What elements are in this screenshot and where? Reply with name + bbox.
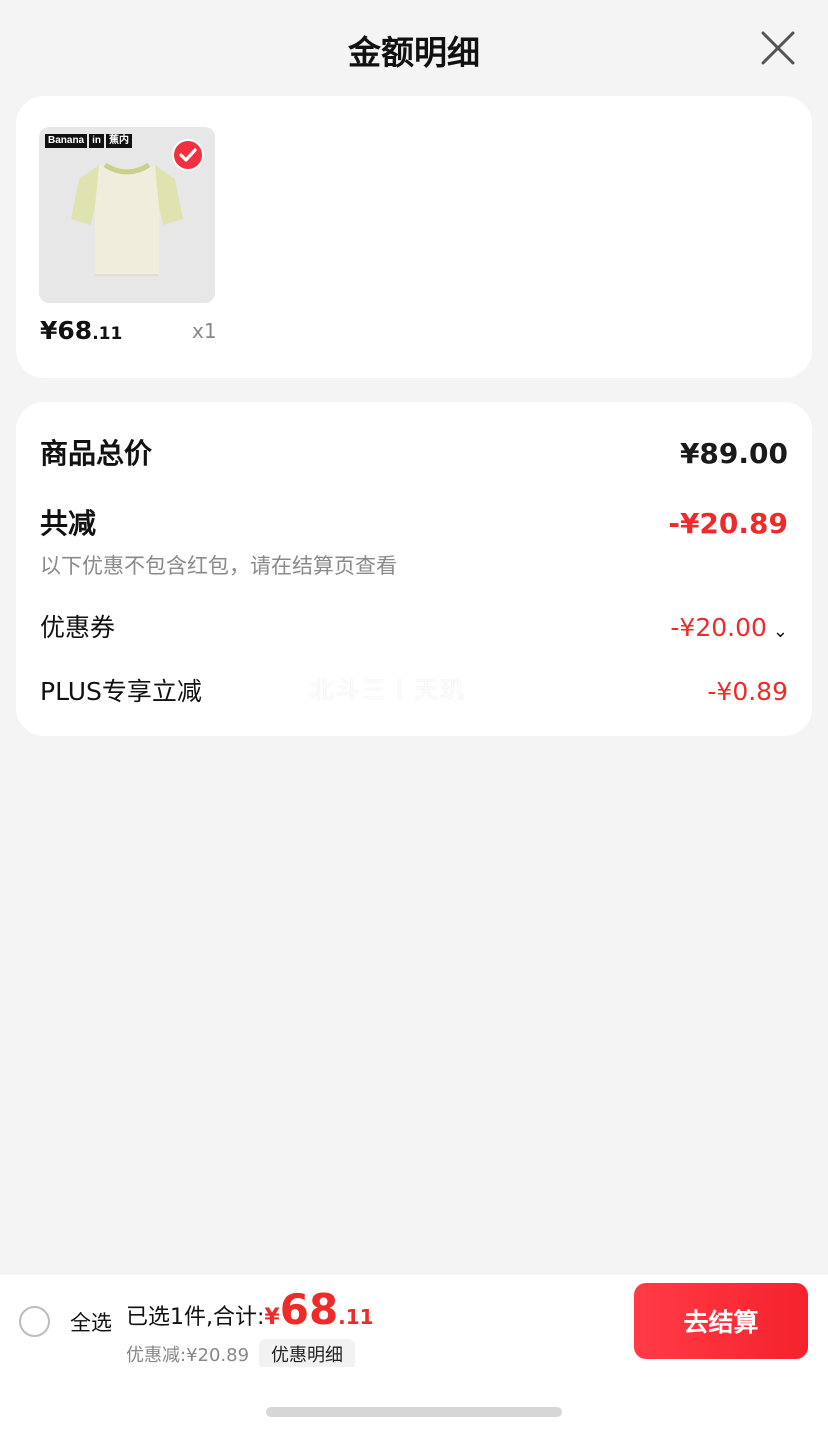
chevron-down-icon[interactable]: ⌄ bbox=[773, 621, 788, 642]
checked-badge[interactable] bbox=[172, 139, 204, 171]
watermark-text: 北斗三丨天玑 bbox=[310, 676, 466, 704]
order-summary: 已选1件,合计:¥68.11 bbox=[126, 1285, 374, 1334]
reduce-note: 以下优惠不包含红包，请在结算页查看 bbox=[40, 554, 397, 578]
discount-text: 优惠减:¥20.89 bbox=[126, 1345, 250, 1366]
price-detail-card: 商品总价 ¥89.00 共减 -¥20.89 以下优惠不包含红包，请在结算页查看… bbox=[16, 402, 812, 736]
reduce-value: -¥20.89 bbox=[668, 507, 788, 540]
reduce-label: 共减 bbox=[40, 507, 97, 540]
discount-detail-button[interactable]: 优惠明细 bbox=[259, 1339, 356, 1369]
checkout-bar: 全选 已选1件,合计:¥68.11 优惠减:¥20.89 优惠明细 去结算 bbox=[0, 1275, 828, 1369]
close-icon[interactable] bbox=[758, 28, 798, 68]
goods-quantity: x1 bbox=[192, 319, 217, 343]
discount-line: 优惠减:¥20.89 优惠明细 bbox=[126, 1339, 356, 1369]
total-row: 商品总价 ¥89.00 bbox=[40, 432, 788, 472]
coupon-value: -¥20.00 bbox=[670, 613, 767, 642]
reduce-row: 共减 -¥20.89 bbox=[40, 502, 788, 542]
amount-detail-sheet: 金额明细 Banana in 蕉内 ¥68.11 x1 商品总价 ¥89.00 … bbox=[0, 0, 828, 1433]
summary-prefix: 已选1件,合计: bbox=[126, 1305, 265, 1330]
goods-price-int: ¥68 bbox=[40, 316, 93, 345]
goods-price: ¥68.11 bbox=[40, 316, 122, 345]
goods-price-dec: .11 bbox=[92, 324, 123, 344]
product-thumbnail[interactable]: Banana in 蕉内 bbox=[39, 127, 215, 303]
check-icon bbox=[179, 148, 197, 162]
plus-value: -¥0.89 bbox=[707, 677, 788, 706]
goods-card: Banana in 蕉内 ¥68.11 x1 bbox=[16, 96, 812, 378]
checkout-button[interactable]: 去结算 bbox=[634, 1283, 808, 1359]
coupon-label: 优惠券 bbox=[40, 613, 116, 642]
total-label: 商品总价 bbox=[40, 437, 153, 470]
select-all-label[interactable]: 全选 bbox=[70, 1307, 112, 1337]
select-all-radio[interactable] bbox=[19, 1306, 50, 1337]
sheet-title: 金额明细 bbox=[348, 33, 480, 72]
home-indicator[interactable] bbox=[266, 1407, 562, 1417]
total-value: ¥89.00 bbox=[679, 437, 788, 470]
summary-int: 68 bbox=[279, 1285, 339, 1334]
coupon-row[interactable]: 优惠券 -¥20.00 ⌄ bbox=[40, 608, 788, 644]
plus-label: PLUS专享立减 bbox=[40, 677, 202, 706]
summary-yen: ¥ bbox=[264, 1305, 280, 1330]
summary-dec: .11 bbox=[338, 1305, 374, 1329]
coupon-value-wrap: -¥20.00 ⌄ bbox=[670, 613, 788, 642]
footer-area bbox=[0, 1367, 828, 1433]
